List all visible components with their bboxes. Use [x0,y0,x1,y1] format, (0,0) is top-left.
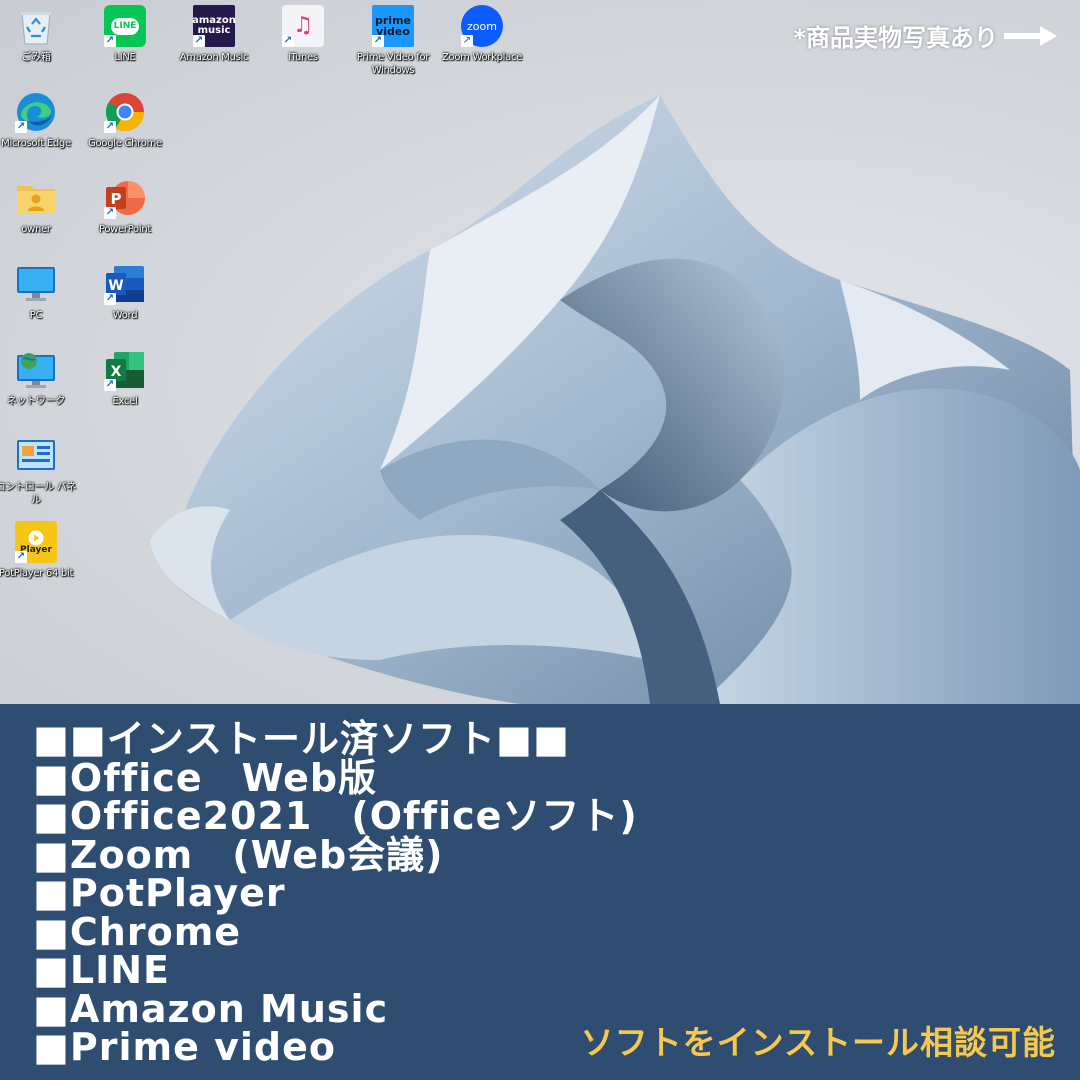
potplayer-icon: Player ↗ [15,521,57,563]
list-item: ■Office2021 (Officeソフト) [33,794,638,838]
powerpoint-icon: P ↗ [104,177,146,219]
zoom-icon: zoom ↗ [461,5,503,47]
icon-label: Prime Video for Windows [356,52,430,76]
list-item: ■Amazon Music [33,986,389,1031]
recycle-bin-desktop-icon[interactable]: ごみ箱 [0,5,80,64]
installed-software-panel: ■■インストール済ソフト■■ ■Office Web版 ■Office2021 … [0,704,1080,1080]
list-item: ■Office Web版 [33,755,378,800]
list-item: ■Chrome [33,909,242,954]
consult-note: ソフトをインストール相談可能 [580,1023,1056,1062]
word-icon: W ↗ [104,263,146,305]
pc-icon [15,263,57,305]
svg-text:P: P [111,190,122,208]
icon-label: PotPlayer 64 bit [0,568,74,579]
chrome-icon: ↗ [104,91,146,133]
line-desktop-icon[interactable]: LINE ↗ LINE [81,5,169,64]
amazon-music-icon: amazon music ↗ [192,5,236,47]
edge-desktop-icon[interactable]: ↗ Microsoft Edge [0,91,80,150]
desktop: ごみ箱 LINE ↗ LINE amazon music ↗ Amazon Mu… [0,0,1080,704]
svg-text:W: W [108,278,123,294]
prime-video-desktop-icon[interactable]: prime video ↗ Prime Video for Windows [349,5,437,77]
icon-label: iTunes [288,52,318,63]
icon-label: Zoom Workplace [441,52,523,63]
edge-icon: ↗ [15,91,57,133]
svg-text:X: X [111,364,122,380]
owner-folder-desktop-icon[interactable]: owner [0,177,80,236]
photo-note: *商品実物写真あり [793,18,1058,53]
list-heading: ■■インストール済ソフト■■ [33,717,570,761]
word-desktop-icon[interactable]: W ↗ Word [81,263,169,322]
list-item: ■PotPlayer [33,871,286,915]
network-icon [15,349,57,391]
list-item: ■Prime video [33,1025,336,1069]
list-item: ■LINE [33,948,171,992]
potplayer-desktop-icon[interactable]: Player ↗ PotPlayer 64 bit [0,521,80,580]
icon-label: ごみ箱 [21,52,51,63]
icon-label: LINE [114,52,136,63]
excel-icon: X ↗ [104,349,146,391]
icon-label: ネットワーク [6,396,66,407]
icon-label: PC [29,310,43,321]
icon-label: Google Chrome [88,138,162,149]
control-panel-icon [15,435,57,477]
icon-label: Excel [112,396,138,407]
amazon-music-desktop-icon[interactable]: amazon music ↗ Amazon Music [170,5,258,64]
line-icon: LINE ↗ [104,5,146,47]
chrome-desktop-icon[interactable]: ↗ Google Chrome [81,91,169,150]
icon-label: owner [21,224,51,235]
powerpoint-desktop-icon[interactable]: P ↗ PowerPoint [81,177,169,236]
recycle-bin-icon [15,5,57,47]
photo-note-text: *商品実物写真あり [793,24,998,52]
pc-desktop-icon[interactable]: PC [0,263,80,322]
icon-label: Word [112,310,138,321]
icon-label: Microsoft Edge [1,138,71,149]
zoom-desktop-icon[interactable]: zoom ↗ Zoom Workplace [438,5,526,64]
itunes-icon: ♫ ↗ [282,5,324,47]
network-desktop-icon[interactable]: ネットワーク [0,349,80,408]
icon-label: PowerPoint [98,224,152,235]
icon-label: コントロール パネル [0,482,77,506]
software-list: ■■インストール済ソフト■■ ■Office Web版 ■Office2021 … [33,720,638,1067]
arrow-right-icon [1004,25,1057,46]
user-folder-icon [15,177,57,219]
prime-video-icon: prime video ↗ [372,5,414,47]
excel-desktop-icon[interactable]: X ↗ Excel [81,349,169,408]
icon-label: Amazon Music [179,52,249,63]
list-item: ■Zoom (Web会議) [33,832,444,877]
control-panel-desktop-icon[interactable]: コントロール パネル [0,435,80,507]
itunes-desktop-icon[interactable]: ♫ ↗ iTunes [259,5,347,64]
